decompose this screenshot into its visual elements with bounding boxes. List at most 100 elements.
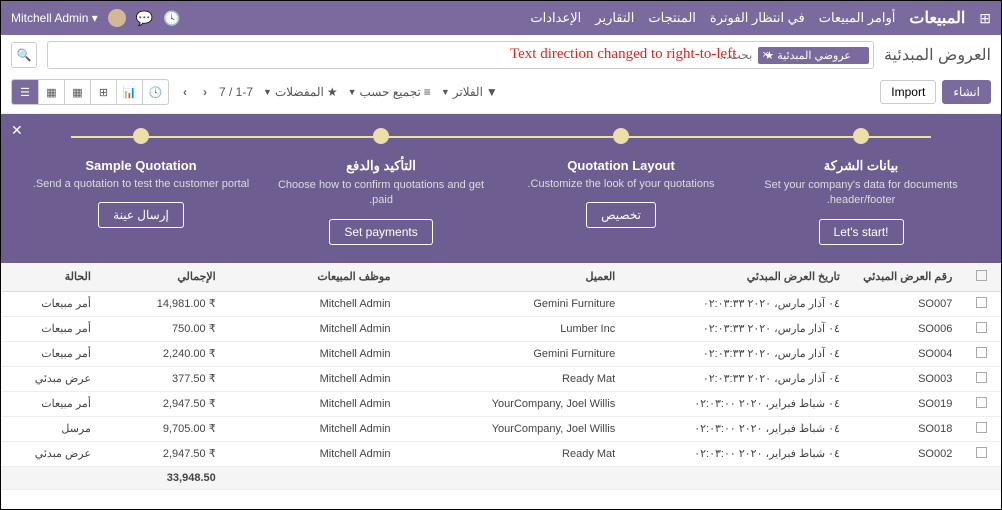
page-title: العروض المبدئية bbox=[884, 45, 991, 65]
view-kanban[interactable]: ▦ bbox=[38, 80, 64, 104]
nav-products[interactable]: المنتجات bbox=[648, 10, 696, 26]
col-customer[interactable]: العميل bbox=[401, 263, 626, 292]
cell-num: SO019 bbox=[850, 391, 962, 416]
cell-status: مرسل bbox=[1, 416, 101, 441]
row-checkbox[interactable] bbox=[976, 297, 987, 308]
step-layout-button[interactable]: تخصيص bbox=[586, 202, 656, 228]
step-desc: Set your company's data for documents he… bbox=[751, 178, 972, 209]
view-list[interactable]: ☰ bbox=[12, 80, 38, 104]
nav-reports[interactable]: التقارير bbox=[595, 10, 634, 26]
onboarding-banner: ✕ بيانات الشركة Set your company's data … bbox=[1, 114, 1001, 263]
breadcrumb-bar: العروض المبدئية عروضي المبدئية ★× 🔍 bbox=[1, 35, 1001, 75]
col-date[interactable]: تاريخ العرض المبدئي bbox=[625, 263, 850, 292]
cell-total: ₹ 14,981.00 bbox=[101, 291, 226, 316]
brand[interactable]: المبيعات bbox=[909, 8, 965, 28]
table-row[interactable]: SO018٠٤ شباط فبراير، ٢٠٢٠ ٠٢:٠٣:٠٠YourCo… bbox=[1, 416, 1001, 441]
col-status[interactable]: الحالة bbox=[1, 263, 101, 292]
favorites-menu[interactable]: ▼المفضلات ★ bbox=[263, 85, 338, 99]
facet-remove-icon[interactable]: × bbox=[762, 49, 768, 61]
apps-icon[interactable]: ⊞ bbox=[979, 10, 991, 27]
pager-prev[interactable]: ‹ bbox=[179, 85, 191, 99]
table-row[interactable]: SO004٠٤ آذار مارس، ٢٠٢٠ ٠٢:٠٣:٣٣Gemini F… bbox=[1, 341, 1001, 366]
activity-icon[interactable]: 🕓 bbox=[163, 10, 180, 27]
cell-total: ₹ 750.00 bbox=[101, 316, 226, 341]
search-facet[interactable]: عروضي المبدئية ★× bbox=[758, 47, 869, 64]
cell-total: ₹ 2,947.50 bbox=[101, 391, 226, 416]
nav-invoice[interactable]: في انتظار الفوترة bbox=[710, 10, 805, 26]
cell-status: أمر مبيعات bbox=[1, 341, 101, 366]
cell-customer: YourCompany, Joel Willis bbox=[401, 416, 626, 441]
col-salesperson[interactable]: موظف المبيعات bbox=[226, 263, 401, 292]
cell-total: ₹ 2,947.50 bbox=[101, 441, 226, 466]
view-calendar[interactable]: ▦ bbox=[64, 80, 90, 104]
row-checkbox[interactable] bbox=[976, 322, 987, 333]
table-row[interactable]: SO003٠٤ آذار مارس، ٢٠٢٠ ٠٢:٠٣:٣٣Ready Ma… bbox=[1, 366, 1001, 391]
cell-num: SO018 bbox=[850, 416, 962, 441]
step-payment-button[interactable]: Set payments bbox=[329, 219, 432, 245]
row-checkbox[interactable] bbox=[976, 422, 987, 433]
table-row[interactable]: SO019٠٤ شباط فبراير، ٢٠٢٠ ٠٢:٠٣:٠٠YourCo… bbox=[1, 391, 1001, 416]
table-row[interactable]: SO007٠٤ آذار مارس، ٢٠٢٠ ٠٢:٠٣:٣٣Gemini F… bbox=[1, 291, 1001, 316]
cell-salesperson: Mitchell Admin bbox=[226, 416, 401, 441]
filters-menu[interactable]: ▼الفلاتر ▼ bbox=[441, 85, 498, 99]
step-layout: Quotation Layout Customize the look of y… bbox=[511, 128, 732, 245]
cell-customer: Ready Mat bbox=[401, 366, 626, 391]
step-title: Sample Quotation bbox=[85, 158, 196, 173]
step-title: Quotation Layout bbox=[567, 158, 675, 173]
view-activity[interactable]: 🕓 bbox=[142, 80, 168, 104]
avatar[interactable] bbox=[108, 9, 126, 27]
cell-date: ٠٤ شباط فبراير، ٢٠٢٠ ٠٢:٠٣:٠٠ bbox=[625, 416, 850, 441]
cell-status: أمر مبيعات bbox=[1, 391, 101, 416]
groupby-menu[interactable]: ▼تجميع حسب ≡ bbox=[348, 85, 431, 99]
search-wrap: عروضي المبدئية ★× bbox=[47, 41, 874, 69]
cell-status: عرض مبدئي bbox=[1, 441, 101, 466]
import-button[interactable]: Import bbox=[880, 80, 936, 104]
cell-customer: Ready Mat bbox=[401, 441, 626, 466]
chat-icon[interactable]: 💬 bbox=[136, 10, 153, 27]
col-total[interactable]: الإجمالي bbox=[101, 263, 226, 292]
search-button[interactable]: 🔍 bbox=[11, 42, 37, 68]
view-graph[interactable]: 📊 bbox=[116, 80, 142, 104]
create-button[interactable]: انشاء bbox=[942, 80, 991, 104]
pager-next[interactable]: › bbox=[199, 85, 211, 99]
row-checkbox[interactable] bbox=[976, 372, 987, 383]
row-checkbox[interactable] bbox=[976, 347, 987, 358]
cell-salesperson: Mitchell Admin bbox=[226, 341, 401, 366]
select-all-checkbox[interactable] bbox=[976, 270, 987, 281]
view-switcher: ☰ ▦ ▦ ⊞ 📊 🕓 bbox=[11, 79, 169, 105]
cell-customer: Gemini Furniture bbox=[401, 291, 626, 316]
col-number[interactable]: رقم العرض المبدئي bbox=[850, 263, 962, 292]
cell-salesperson: Mitchell Admin bbox=[226, 441, 401, 466]
cell-date: ٠٤ آذار مارس، ٢٠٢٠ ٠٢:٠٣:٣٣ bbox=[625, 366, 850, 391]
table-row[interactable]: SO006٠٤ آذار مارس، ٢٠٢٠ ٠٢:٠٣:٣٣Lumber I… bbox=[1, 316, 1001, 341]
user-menu[interactable]: Mitchell Admin ▾ bbox=[11, 11, 98, 25]
steps-line bbox=[71, 136, 931, 138]
cell-status: أمر مبيعات bbox=[1, 316, 101, 341]
nav-orders[interactable]: أوامر المبيعات bbox=[819, 10, 896, 26]
nav-settings[interactable]: الإعدادات bbox=[530, 10, 581, 26]
row-checkbox[interactable] bbox=[976, 447, 987, 458]
banner-close-icon[interactable]: ✕ bbox=[11, 122, 23, 139]
cell-date: ٠٤ شباط فبراير، ٢٠٢٠ ٠٢:٠٣:٠٠ bbox=[625, 441, 850, 466]
step-sample-button[interactable]: إرسال عينة bbox=[98, 202, 184, 228]
cell-customer: YourCompany, Joel Willis bbox=[401, 391, 626, 416]
cell-num: SO006 bbox=[850, 316, 962, 341]
cell-status: عرض مبدئي bbox=[1, 366, 101, 391]
top-nav: ⊞ المبيعات أوامر المبيعات في انتظار الفو… bbox=[1, 1, 1001, 35]
cell-date: ٠٤ آذار مارس، ٢٠٢٠ ٠٢:٠٣:٣٣ bbox=[625, 341, 850, 366]
row-checkbox[interactable] bbox=[976, 397, 987, 408]
step-title: التأكيد والدفع bbox=[346, 158, 416, 174]
step-title: بيانات الشركة bbox=[824, 158, 898, 174]
table-row[interactable]: SO002٠٤ شباط فبراير، ٢٠٢٠ ٠٢:٠٣:٠٠Ready … bbox=[1, 441, 1001, 466]
pager: ‹ › 7 / 1-7 bbox=[179, 85, 253, 99]
quotation-table: رقم العرض المبدئي تاريخ العرض المبدئي ال… bbox=[1, 263, 1001, 490]
cell-customer: Lumber Inc bbox=[401, 316, 626, 341]
pager-count: 7 / 1-7 bbox=[219, 85, 253, 99]
cell-date: ٠٤ آذار مارس، ٢٠٢٠ ٠٢:٠٣:٣٣ bbox=[625, 316, 850, 341]
cell-num: SO002 bbox=[850, 441, 962, 466]
cell-num: SO007 bbox=[850, 291, 962, 316]
footer-total: 33,948.50 bbox=[101, 466, 226, 489]
step-company-button[interactable]: !Let's start bbox=[819, 219, 904, 245]
step-sample: Sample Quotation Send a quotation to tes… bbox=[31, 128, 252, 245]
view-pivot[interactable]: ⊞ bbox=[90, 80, 116, 104]
